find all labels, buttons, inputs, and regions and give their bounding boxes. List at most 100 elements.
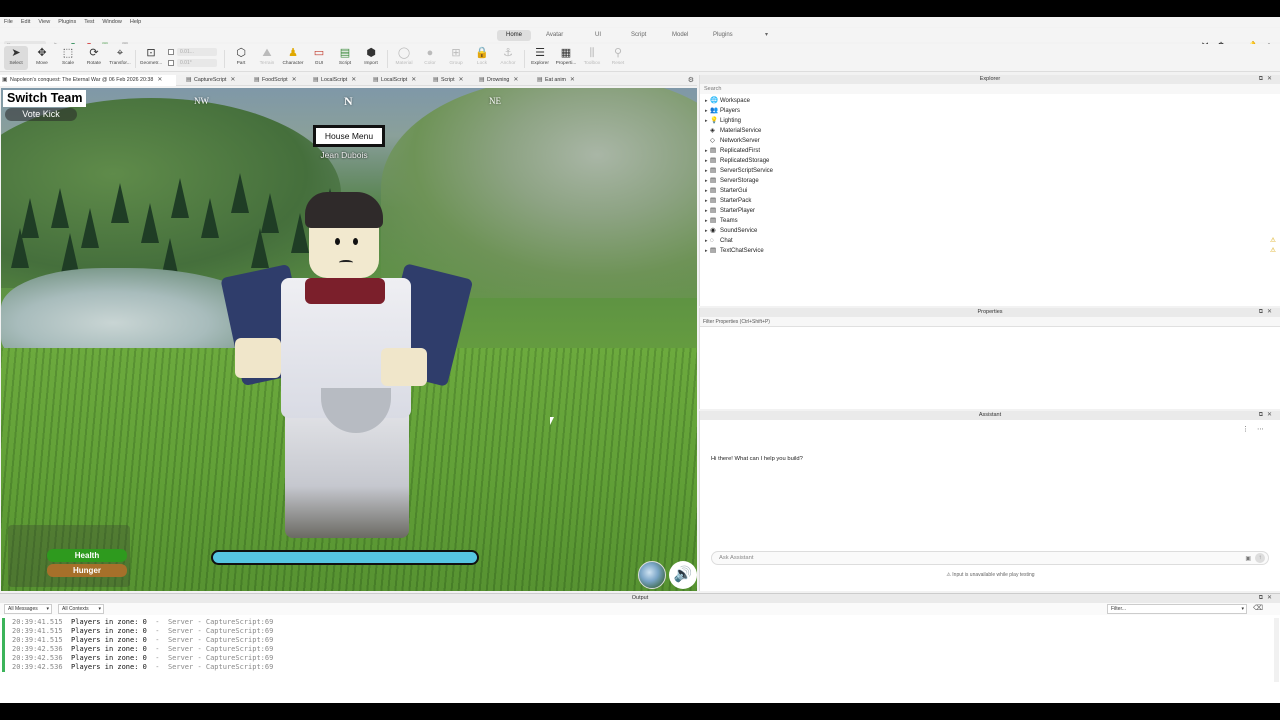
tabs-more-chevron-icon[interactable]: ▾ bbox=[756, 30, 777, 41]
expand-arrow-icon[interactable]: ▸ bbox=[705, 196, 708, 206]
expand-arrow-icon[interactable]: ▸ bbox=[705, 206, 708, 216]
select-tool-button[interactable]: ➤ Select bbox=[4, 46, 28, 70]
menu-help[interactable]: Help bbox=[126, 19, 145, 25]
assistant-menu-icon[interactable]: ⋮⋯ bbox=[1242, 425, 1272, 433]
terrain-button[interactable]: ⛰ Terrain bbox=[255, 46, 279, 70]
menu-window[interactable]: Window bbox=[98, 19, 126, 25]
import-button[interactable]: ⬢ Import bbox=[359, 46, 383, 70]
sound-icon[interactable]: 🔊 bbox=[669, 561, 697, 589]
snap-move-input[interactable]: 0.01... bbox=[177, 48, 217, 56]
explorer-item[interactable]: ▸ ▤ TextChatService ⚠ bbox=[700, 246, 1280, 256]
expand-arrow-icon[interactable]: ▸ bbox=[705, 96, 708, 106]
transform-tool-button[interactable]: ⌖ Transfor... bbox=[108, 46, 132, 70]
close-icon[interactable]: ✕ bbox=[230, 77, 235, 83]
explorer-item[interactable]: ▸ ▤ ReplicatedStorage bbox=[700, 156, 1280, 166]
explorer-search-input[interactable]: Search bbox=[700, 84, 1280, 94]
expand-arrow-icon[interactable]: ▸ bbox=[705, 186, 708, 196]
warning-icon[interactable]: ⚠ bbox=[1270, 236, 1276, 246]
gear-icon[interactable]: ⚙ bbox=[688, 75, 694, 86]
close-icon[interactable]: ✕ bbox=[292, 77, 297, 83]
move-tool-button[interactable]: ✥ Move bbox=[30, 46, 54, 70]
menu-view[interactable]: View bbox=[34, 19, 54, 25]
menu-file[interactable]: File bbox=[0, 19, 17, 25]
output-scrollbar[interactable] bbox=[1274, 618, 1279, 682]
group-button[interactable]: ⊞ Group bbox=[444, 46, 468, 70]
panel-controls[interactable]: ⧉✕ bbox=[1259, 75, 1276, 84]
script-button[interactable]: ▤ Script bbox=[333, 46, 357, 70]
panel-controls[interactable]: ⧉✕ bbox=[1259, 594, 1276, 603]
output-search-input[interactable]: Filter... bbox=[1107, 604, 1247, 614]
tab-script[interactable]: ▤ Script ✕ bbox=[431, 75, 469, 86]
explorer-item[interactable]: ▸ ▤ StarterPlayer bbox=[700, 206, 1280, 216]
tab-plugins[interactable]: Plugins bbox=[704, 30, 742, 41]
tab-avatar[interactable]: Avatar bbox=[537, 30, 572, 41]
anchor-button[interactable]: ⚓ Anchor bbox=[496, 46, 520, 70]
tab-model[interactable]: Model bbox=[663, 30, 697, 41]
switch-team-button[interactable]: Switch Team bbox=[3, 90, 87, 107]
expand-arrow-icon[interactable]: ▸ bbox=[705, 146, 708, 156]
panel-controls[interactable]: ⧉✕ bbox=[1259, 308, 1276, 317]
expand-arrow-icon[interactable]: ▸ bbox=[705, 226, 708, 236]
properties-toggle-button[interactable]: ▦ Properti... bbox=[554, 46, 578, 70]
tab-foodscript[interactable]: ▤ FoodScript ✕ bbox=[252, 75, 302, 86]
material-button[interactable]: ◯ Material bbox=[392, 46, 416, 70]
game-viewport[interactable]: Switch Team Vote Kick NW N NE House Menu… bbox=[1, 88, 697, 591]
properties-filter-input[interactable]: Filter Properties (Ctrl+Shift+P) bbox=[700, 317, 1280, 327]
menu-plugins[interactable]: Plugins bbox=[54, 19, 80, 25]
send-icon[interactable]: ↑ bbox=[1255, 553, 1265, 563]
tab-localscript-2[interactable]: ▤ LocalScript ✕ bbox=[371, 75, 426, 86]
tab-home[interactable]: Home bbox=[497, 30, 532, 41]
explorer-item[interactable]: ▸ ◉ SoundService bbox=[700, 226, 1280, 236]
toolbox-button[interactable]: ⫼ Toolbox bbox=[580, 46, 604, 70]
close-icon[interactable]: ✕ bbox=[570, 77, 575, 83]
map-icon[interactable] bbox=[638, 561, 666, 589]
rotate-tool-button[interactable]: ⟳ Rotate bbox=[82, 46, 106, 70]
ask-assistant-input[interactable]: Ask Assistant ▣ ↑ bbox=[711, 551, 1269, 565]
explorer-item[interactable]: ▸ ▤ ServerStorage bbox=[700, 176, 1280, 186]
snap-rotate-checkbox[interactable] bbox=[168, 60, 174, 66]
explorer-item[interactable]: ▸ ◌ Chat ⚠ bbox=[700, 236, 1280, 246]
expand-arrow-icon[interactable]: ▸ bbox=[705, 156, 708, 166]
explorer-toggle-button[interactable]: ☰ Explorer bbox=[528, 46, 552, 70]
tab-localscript-1[interactable]: ▤ LocalScript ✕ bbox=[311, 75, 366, 86]
snap-rotate-input[interactable]: 0.01° bbox=[177, 59, 217, 67]
expand-arrow-icon[interactable]: ▸ bbox=[705, 216, 708, 226]
close-icon[interactable]: ✕ bbox=[459, 77, 464, 83]
explorer-item[interactable]: ◇ NetworkServer bbox=[700, 136, 1280, 146]
geometry-tool-button[interactable]: ⊡ Geometr... bbox=[139, 46, 163, 70]
vote-kick-button[interactable]: Vote Kick bbox=[5, 108, 77, 121]
player-character[interactable] bbox=[220, 192, 481, 558]
reset-button[interactable]: ⚲ Reset bbox=[606, 46, 630, 70]
message-filter-select[interactable]: All Messages bbox=[4, 604, 52, 614]
close-icon[interactable]: ✕ bbox=[513, 77, 518, 83]
explorer-item[interactable]: ▸ ▤ ReplicatedFirst bbox=[700, 146, 1280, 156]
tab-game-place[interactable]: ▣ Napoleon's conquest: The Eternal War @ … bbox=[0, 75, 176, 86]
expand-arrow-icon[interactable]: ▸ bbox=[705, 166, 708, 176]
lock-button[interactable]: 🔒 Lock bbox=[470, 46, 494, 70]
warning-icon[interactable]: ⚠ bbox=[1270, 246, 1276, 256]
explorer-item[interactable]: ▸ 👥 Players bbox=[700, 106, 1280, 116]
menu-test[interactable]: Test bbox=[80, 19, 98, 25]
close-icon[interactable]: ✕ bbox=[411, 77, 416, 83]
tab-script[interactable]: Script bbox=[622, 30, 655, 41]
explorer-item[interactable]: ◈ MaterialService bbox=[700, 126, 1280, 136]
context-filter-select[interactable]: All Contexts bbox=[58, 604, 104, 614]
expand-arrow-icon[interactable]: ▸ bbox=[705, 176, 708, 186]
explorer-item[interactable]: ▸ ▤ StarterPack bbox=[700, 196, 1280, 206]
expand-arrow-icon[interactable]: ▸ bbox=[705, 106, 708, 116]
part-button[interactable]: ⬡ Part bbox=[229, 46, 253, 70]
explorer-item[interactable]: ▸ ▤ StarterGui bbox=[700, 186, 1280, 196]
snap-move-checkbox[interactable] bbox=[168, 49, 174, 55]
house-menu-button[interactable]: House Menu bbox=[313, 125, 385, 147]
clear-output-icon[interactable]: ⌫ bbox=[1253, 604, 1263, 612]
scale-tool-button[interactable]: ⬚ Scale bbox=[56, 46, 80, 70]
menu-edit[interactable]: Edit bbox=[17, 19, 34, 25]
tab-drowning[interactable]: ▤ Drowning ✕ bbox=[477, 75, 527, 86]
color-button[interactable]: ● Color bbox=[418, 46, 442, 70]
explorer-item[interactable]: ▸ ▤ Teams bbox=[700, 216, 1280, 226]
gui-button[interactable]: ▭ GUI bbox=[307, 46, 331, 70]
close-icon[interactable]: ✕ bbox=[157, 77, 162, 83]
panel-controls[interactable]: ⧉✕ bbox=[1259, 411, 1276, 420]
expand-arrow-icon[interactable]: ▸ bbox=[705, 246, 708, 256]
expand-arrow-icon[interactable]: ▸ bbox=[705, 116, 708, 126]
